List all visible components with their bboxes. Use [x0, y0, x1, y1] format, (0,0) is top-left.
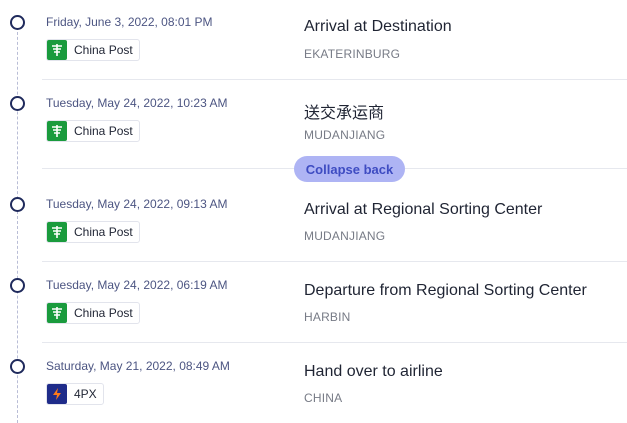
collapse-back-button[interactable]: Collapse back — [294, 156, 405, 182]
event-date: Tuesday, May 24, 2022, 06:19 AM — [46, 278, 228, 292]
china-post-logo-icon — [47, 40, 67, 60]
timeline-dot — [10, 278, 25, 293]
carrier-name: China Post — [74, 306, 133, 320]
event-status: Hand over to airline — [304, 363, 443, 380]
event-date: Saturday, May 21, 2022, 08:49 AM — [46, 359, 230, 373]
divider — [42, 261, 627, 262]
event-location: MUDANJIANG — [304, 128, 386, 142]
event-status: Departure from Regional Sorting Center — [304, 282, 587, 299]
carrier-name: China Post — [74, 124, 133, 138]
carrier-name: 4PX — [74, 387, 97, 401]
timeline-dot — [10, 197, 25, 212]
event-date: Friday, June 3, 2022, 08:01 PM — [46, 15, 213, 29]
china-post-logo-icon — [47, 303, 67, 323]
event-date: Tuesday, May 24, 2022, 09:13 AM — [46, 197, 228, 211]
china-post-logo-icon — [47, 121, 67, 141]
divider — [42, 342, 627, 343]
carrier-chip[interactable]: 4PX — [46, 383, 104, 405]
carrier-name: China Post — [74, 43, 133, 57]
event-date: Tuesday, May 24, 2022, 10:23 AM — [46, 96, 228, 110]
event-status: Arrival at Regional Sorting Center — [304, 201, 543, 218]
timeline-dot — [10, 96, 25, 111]
carrier-name: China Post — [74, 225, 133, 239]
event-status: Arrival at Destination — [304, 18, 452, 35]
event-location: EKATERINBURG — [304, 47, 401, 61]
timeline-dot — [10, 359, 25, 374]
event-location: CHINA — [304, 391, 343, 405]
carrier-chip[interactable]: China Post — [46, 120, 140, 142]
event-status: 送交承运商 — [304, 105, 385, 122]
event-location: HARBIN — [304, 310, 351, 324]
carrier-chip[interactable]: China Post — [46, 221, 140, 243]
event-location: MUDANJIANG — [304, 229, 386, 243]
4px-logo-icon — [47, 384, 67, 404]
carrier-chip[interactable]: China Post — [46, 39, 140, 61]
china-post-logo-icon — [47, 222, 67, 242]
carrier-chip[interactable]: China Post — [46, 302, 140, 324]
divider — [42, 79, 627, 80]
timeline-dot — [10, 15, 25, 30]
